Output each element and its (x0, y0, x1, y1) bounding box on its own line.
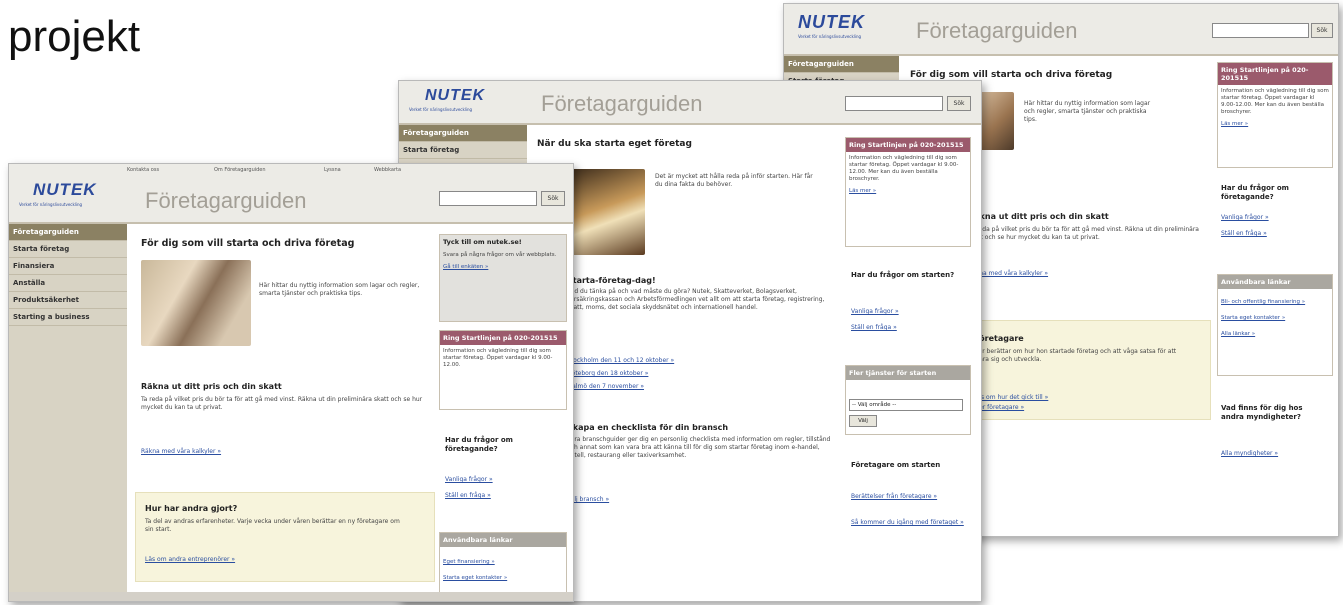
faq-link[interactable]: Vanliga frågor » (851, 308, 899, 315)
logo-tagline: Verket för näringslivsutveckling (798, 34, 862, 39)
nav-item[interactable]: Företagarguiden (9, 224, 127, 241)
ask-link[interactable]: Ställ en fråga » (851, 324, 897, 331)
box-link[interactable]: Eget finansiering » (440, 557, 566, 567)
box-text: Information och vägledning till dig som … (849, 155, 959, 182)
brand-title: Företagarguiden (145, 188, 307, 213)
section-title: Skapa en checklista för din bransch (567, 423, 729, 432)
startlinjen-box: Ring Startlinjen på 020-201515 Informati… (1217, 62, 1333, 168)
box-heading: Tyck till om nutek.se! (443, 238, 522, 246)
box-text: Svara på några frågor om vår webbplats. (443, 252, 557, 258)
search-input[interactable] (439, 191, 537, 206)
questions-heading: Har du frågor om företagande? (1221, 184, 1289, 201)
logo-tagline: Verket för näringslivsutveckling (19, 202, 83, 207)
ask-link[interactable]: Ställ en fråga » (445, 492, 491, 499)
questions-heading: Har du frågor om starten? (851, 271, 955, 279)
faq-link[interactable]: Vanliga frågor » (1221, 214, 1269, 221)
screenshot-front: Kontakta oss Om Företagarguiden Lyssna W… (8, 163, 574, 602)
search-button[interactable]: Sök (947, 96, 971, 111)
nav-item[interactable]: Produktsäkerhet (9, 292, 127, 309)
event-link[interactable]: Göteborg den 18 oktober » (567, 370, 648, 377)
nav-item[interactable]: Starting a business (9, 309, 127, 326)
topnav-item[interactable]: Om Företagarguiden (214, 167, 266, 173)
left-nav: Företagarguiden Starta företag Finansier… (9, 224, 127, 592)
nutek-logo: NUTEK (798, 12, 865, 32)
box-heading: Ring Startlinjen på 020-201515 (1218, 63, 1332, 85)
box-heading: Fler tjänster för starten (846, 366, 970, 380)
section-title: Räkna ut ditt pris och din skatt (968, 212, 1109, 221)
box-heading: Ring Startlinjen på 020-201515 (846, 138, 970, 152)
page-heading: För dig som vill starta och driva företa… (141, 238, 355, 249)
box-link[interactable]: Alla länkar » (1218, 329, 1332, 339)
feedback-box: Tyck till om nutek.se! Svara på några fr… (439, 234, 567, 322)
section-text: Ta reda på vilket pris du bör ta för att… (968, 226, 1199, 241)
topnav-item[interactable]: Kontakta oss (127, 167, 159, 173)
featured-link[interactable]: Läs om hur det gick till » (974, 394, 1048, 401)
founders-link[interactable]: Så kommer du igång med företaget » (851, 519, 964, 526)
event-link[interactable]: Malmö den 7 november » (567, 383, 644, 390)
useful-links-box: Användbara länkar Eget finansiering » St… (439, 532, 567, 596)
brand-title: Företagarguiden (916, 18, 1078, 43)
page-heading: För dig som vill starta och driva företa… (910, 70, 1113, 80)
topnav-item[interactable]: Lyssna (324, 167, 341, 173)
section-link[interactable]: Räkna med våra kalkyler » (141, 448, 221, 455)
nav-item[interactable]: Anställa (9, 275, 127, 292)
nutek-logo: NUTEK (425, 87, 486, 104)
startlinjen-box: Ring Startlinjen på 020-201515 Informati… (845, 137, 971, 247)
people-photo (141, 260, 251, 346)
box-text: Information och vägledning till dig som … (1221, 88, 1329, 115)
box-link[interactable]: Starta eget kontakter » (1218, 313, 1332, 323)
section-text: Vad du tänka på och vad måste du göra? N… (567, 288, 825, 311)
box-heading: Användbara länkar (440, 533, 566, 547)
featured-text: Ta del av andras erfarenheter. Varje vec… (145, 518, 400, 533)
box-heading: Användbara länkar (1218, 275, 1332, 289)
logo-tagline: Verket för näringslivsutveckling (409, 107, 473, 112)
search-input[interactable] (1212, 23, 1309, 38)
box-link[interactable]: Läs mer » (1218, 119, 1332, 129)
food-photo (567, 169, 645, 255)
brand-title: Företagarguiden (541, 91, 703, 116)
section-text: Våra branschguider ger dig en personlig … (567, 436, 831, 459)
horizontal-scrollbar[interactable] (9, 592, 573, 601)
featured-text: Här berättar om hur hon startade företag… (974, 348, 1177, 363)
featured-title: Hur har andra gjort? (145, 504, 238, 513)
nav-item[interactable]: Starta företag (9, 241, 127, 258)
area-select[interactable]: -- Välj område -- (849, 399, 963, 411)
search-button[interactable]: Sök (1311, 23, 1333, 38)
box-link[interactable]: Gå till enkäten » (440, 262, 566, 272)
founders-heading: Företagare om starten (851, 461, 941, 469)
box-heading: Ring Startlinjen på 020-201515 (440, 331, 566, 345)
select-button[interactable]: Välj (849, 415, 877, 427)
nav-item[interactable]: Företagarguiden (784, 56, 899, 73)
founders-link[interactable]: Berättelser från företagare » (851, 493, 937, 500)
intro-text: Här hittar du nyttig information som lag… (259, 282, 420, 297)
search-input[interactable] (845, 96, 943, 111)
box-link[interactable]: Bli- och offentlig finansiering » (1218, 297, 1332, 307)
event-link[interactable]: Stockholm den 11 och 12 oktober » (567, 357, 674, 364)
section-title: Starta-företag-dag! (567, 276, 656, 285)
authorities-heading: Vad finns för dig hos andra myndigheter? (1221, 404, 1303, 421)
nav-item[interactable]: Företagarguiden (399, 125, 527, 142)
box-text: Information och vägledning till dig som … (443, 348, 553, 368)
nutek-logo: NUTEK (33, 180, 97, 199)
box-link[interactable]: Läs mer » (846, 186, 970, 196)
intro-text: Här hittar du nyttig information som lag… (1024, 100, 1151, 123)
section-title: Räkna ut ditt pris och din skatt (141, 382, 282, 391)
page-heading: När du ska starta eget företag (537, 139, 692, 149)
useful-links-box: Användbara länkar Bli- och offentlig fin… (1217, 274, 1333, 376)
intro-text: Det är mycket att hålla reda på inför st… (655, 173, 813, 188)
nav-item[interactable]: Starta företag (399, 142, 527, 159)
slide-title: projekt (8, 12, 141, 61)
authorities-link[interactable]: Alla myndigheter » (1221, 450, 1278, 457)
nav-item[interactable]: Finansiera (9, 258, 127, 275)
section-text: Ta reda på vilket pris du bör ta för att… (141, 396, 423, 411)
faq-link[interactable]: Vanliga frågor » (445, 476, 493, 483)
box-link[interactable]: Starta eget kontakter » (440, 573, 566, 583)
ask-link[interactable]: Ställ en fråga » (1221, 230, 1267, 237)
questions-heading: Har du frågor om företagande? (445, 436, 513, 453)
search-button[interactable]: Sök (541, 191, 565, 206)
topnav-item[interactable]: Webbkarta (374, 167, 401, 173)
startlinjen-box: Ring Startlinjen på 020-201515 Informati… (439, 330, 567, 410)
featured-link[interactable]: Läs om andra entreprenörer » (145, 556, 235, 563)
